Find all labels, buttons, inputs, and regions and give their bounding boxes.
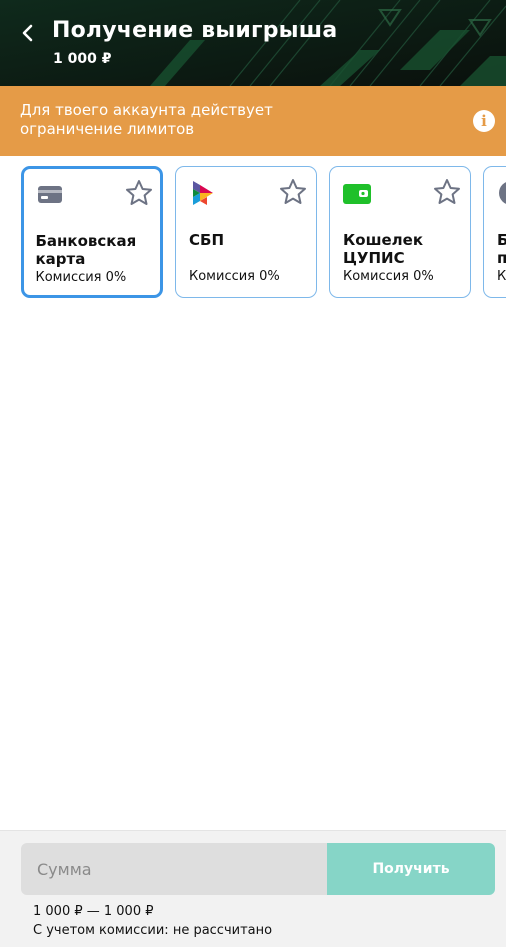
bank-card-icon	[37, 185, 62, 203]
back-button[interactable]	[16, 20, 40, 46]
method-name: Банковская карта	[35, 231, 137, 268]
method-fee: Комиссия 0%	[497, 269, 506, 284]
wallet-icon	[343, 184, 371, 204]
header: Получение выигрыша 1 000 ₽	[0, 0, 506, 86]
method-name: Кошелек ЦУПИС	[343, 231, 424, 267]
amount-input[interactable]	[21, 843, 327, 895]
method-card-bank-card[interactable]: Банковская карта Комиссия 0%	[21, 166, 163, 298]
fee-note: С учетом комиссии: не рассчитано	[33, 923, 273, 938]
withdraw-button[interactable]: Получить	[327, 843, 495, 895]
withdraw-panel: Получить 1 000 ₽ — 1 000 ₽ С учетом коми…	[0, 830, 506, 947]
method-name: Банковский перевод	[497, 231, 506, 267]
info-icon[interactable]: i	[473, 110, 495, 132]
limits-banner: Для твоего аккаунта действует ограничени…	[0, 86, 506, 156]
page-title: Получение выигрыша	[52, 18, 338, 43]
chevron-left-icon	[22, 24, 33, 42]
method-name: СБП	[189, 231, 224, 249]
method-card-sbp[interactable]: СБП Комиссия 0%	[175, 166, 317, 298]
amount-range: 1 000 ₽ — 1 000 ₽	[33, 904, 154, 919]
method-fee: Комиссия 0%	[343, 269, 434, 284]
method-card-cupis-wallet[interactable]: Кошелек ЦУПИС Комиссия 0%	[329, 166, 471, 298]
method-fee: Комиссия 0%	[189, 269, 280, 284]
method-fee: Комиссия 0%	[35, 269, 127, 285]
star-icon[interactable]	[432, 177, 462, 207]
method-card-bank-transfer[interactable]: Банковский перевод Комиссия 0%	[483, 166, 506, 298]
payment-methods-list: Банковская карта Комиссия 0% СБП Комисси…	[0, 156, 506, 306]
sbp-icon	[193, 181, 213, 205]
banner-text: Для твоего аккаунта действует ограничени…	[20, 101, 273, 138]
header-pattern	[0, 0, 506, 86]
star-icon[interactable]	[278, 177, 308, 207]
bank-icon	[499, 182, 506, 204]
star-icon[interactable]	[124, 178, 154, 208]
balance-amount: 1 000 ₽	[53, 51, 112, 67]
